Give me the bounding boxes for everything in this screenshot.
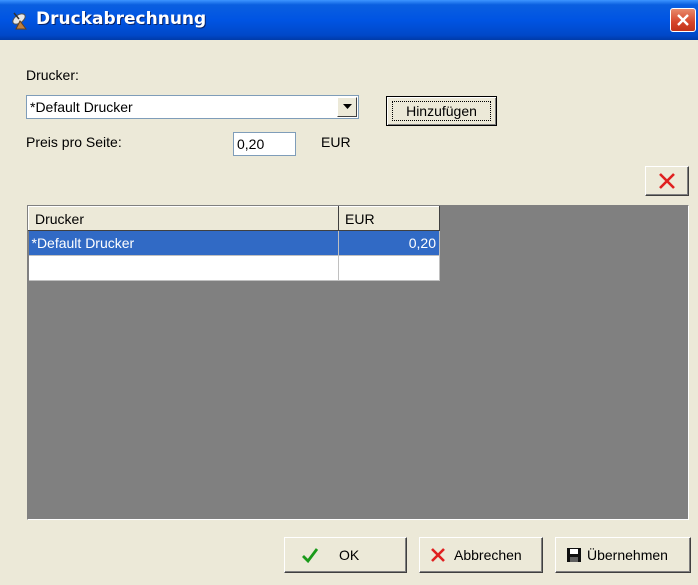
add-button[interactable]: Hinzufügen — [386, 96, 497, 126]
dropdown-arrow-button[interactable] — [337, 97, 357, 117]
printer-label: Drucker: — [26, 67, 79, 83]
satellite-dish-icon — [10, 10, 32, 30]
ok-button[interactable]: OK — [284, 537, 407, 573]
table-row[interactable] — [28, 255, 440, 281]
close-icon — [677, 14, 689, 26]
table-row[interactable]: *Default Drucker 0,20 — [28, 230, 440, 256]
cancel-button[interactable]: Abbrechen — [419, 537, 543, 573]
ok-button-label: OK — [339, 547, 360, 563]
title-bar[interactable]: Druckabrechnung — [0, 0, 698, 40]
price-per-page-label: Preis pro Seite: — [26, 134, 122, 150]
column-header-eur[interactable]: EUR — [338, 206, 440, 231]
red-x-icon — [659, 173, 675, 189]
apply-button[interactable]: Übernehmen — [555, 537, 691, 573]
cell-eur[interactable] — [338, 255, 440, 281]
chevron-down-icon — [343, 104, 352, 109]
delete-button[interactable] — [645, 166, 689, 196]
printer-price-table: Drucker EUR *Default Drucker 0,20 — [28, 206, 440, 281]
print-billing-dialog: Druckabrechnung Drucker: *Default Drucke… — [0, 0, 698, 585]
cancel-button-label: Abbrechen — [454, 547, 522, 563]
floppy-disk-icon — [567, 548, 581, 562]
column-header-printer[interactable]: Drucker — [28, 206, 339, 231]
printer-price-grid[interactable]: Drucker EUR *Default Drucker 0,20 — [27, 205, 689, 520]
currency-label: EUR — [321, 134, 351, 150]
apply-button-label: Übernehmen — [587, 547, 668, 563]
price-per-page-input[interactable]: 0,20 — [233, 132, 296, 156]
cell-printer[interactable]: *Default Drucker — [28, 230, 339, 256]
cell-printer[interactable] — [28, 255, 339, 281]
printer-dropdown[interactable]: *Default Drucker — [26, 95, 359, 119]
printer-dropdown-value: *Default Drucker — [30, 99, 133, 115]
window-title: Druckabrechnung — [36, 9, 207, 29]
green-check-icon — [302, 548, 319, 563]
add-button-label: Hinzufügen — [406, 103, 477, 119]
cell-eur[interactable]: 0,20 — [338, 230, 440, 256]
close-button[interactable] — [670, 8, 696, 32]
red-x-icon — [431, 548, 445, 562]
table-header-row: Drucker EUR — [28, 206, 440, 231]
